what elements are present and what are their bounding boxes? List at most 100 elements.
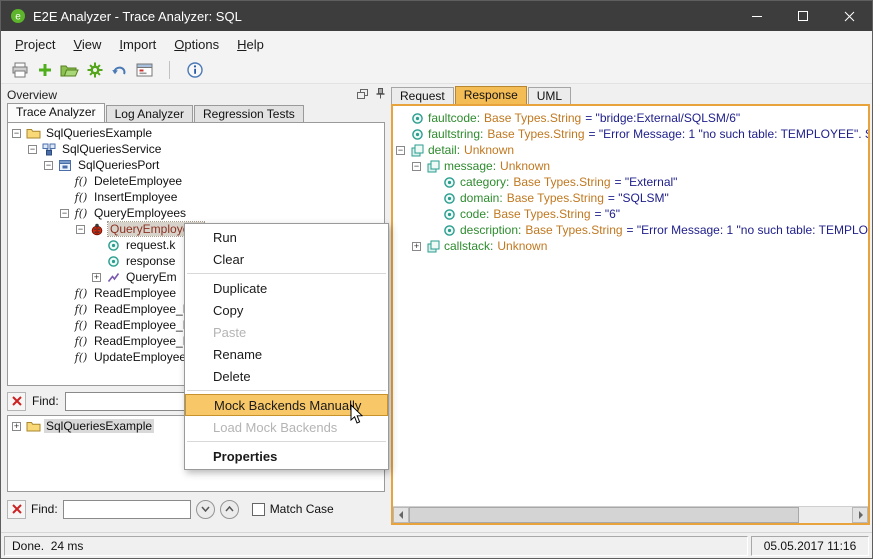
- tree-expander-icon[interactable]: −: [76, 225, 85, 234]
- context-menu-item[interactable]: [185, 438, 388, 445]
- tree-item[interactable]: − SqlQueriesExample: [8, 125, 384, 141]
- tab[interactable]: Trace Analyzer: [7, 103, 105, 122]
- clear-find-button[interactable]: [7, 500, 26, 519]
- response-tree-item[interactable]: domain: Base Types.String = "SQLSM": [396, 190, 868, 206]
- context-menu-item[interactable]: [185, 270, 388, 277]
- response-tree-item[interactable]: description: Base Types.String = "Error …: [396, 222, 868, 238]
- status-message: Done. 24 ms: [4, 536, 748, 556]
- clear-find-button[interactable]: [7, 392, 26, 411]
- tree-item[interactable]: − f() QueryEmployees: [8, 205, 384, 221]
- attribute-name: message:: [444, 159, 496, 173]
- tree-item[interactable]: − SqlQueriesService: [8, 141, 384, 157]
- attribute-name: detail:: [428, 143, 460, 157]
- port-icon: [57, 159, 73, 172]
- tree-expander-icon[interactable]: +: [12, 422, 21, 431]
- info-icon[interactable]: [182, 59, 207, 81]
- menubar-item[interactable]: Options: [165, 33, 228, 56]
- window-controls: [734, 1, 872, 31]
- obj-icon: [425, 240, 441, 253]
- context-menu-item-label: Copy: [213, 303, 243, 318]
- context-menu-item-label: Run: [213, 230, 237, 245]
- undo-icon[interactable]: [107, 59, 132, 81]
- attribute-type: Base Types.String: [493, 207, 590, 221]
- tab[interactable]: Log Analyzer: [106, 105, 193, 122]
- context-menu-item[interactable]: Duplicate: [185, 277, 388, 299]
- float-panel-icon[interactable]: [357, 88, 368, 102]
- tree-item[interactable]: − SqlQueriesPort: [8, 157, 384, 173]
- scroll-right-icon[interactable]: [852, 507, 868, 523]
- folder-icon: [25, 420, 41, 432]
- response-tree-item[interactable]: − detail: Unknown: [396, 142, 868, 158]
- tab-label: Trace Analyzer: [16, 105, 96, 119]
- horizontal-scrollbar[interactable]: [393, 506, 868, 523]
- response-tree-item[interactable]: faultstring: Base Types.String = "Error …: [396, 126, 868, 142]
- tab[interactable]: Response: [455, 86, 527, 104]
- status-datetime: 05.05.2017 11:16: [751, 536, 869, 556]
- response-tree-item[interactable]: code: Base Types.String = "6": [396, 206, 868, 222]
- context-menu-item[interactable]: Run: [185, 226, 388, 248]
- tab-label: Regression Tests: [203, 107, 295, 121]
- open-icon[interactable]: [57, 59, 82, 81]
- response-tree-item[interactable]: faultcode: Base Types.String = "bridge:E…: [396, 110, 868, 126]
- tree-indent: [12, 277, 92, 278]
- menubar-item[interactable]: Help: [228, 33, 273, 56]
- attr-icon: [441, 224, 457, 237]
- tree-item[interactable]: f() InsertEmployee: [8, 189, 384, 205]
- response-tree-item[interactable]: + callstack: Unknown: [396, 238, 868, 254]
- find-bar-bottom: Find: Match Case: [7, 498, 385, 520]
- attribute-name: description:: [460, 223, 521, 237]
- context-menu-item[interactable]: Delete: [185, 365, 388, 387]
- tree-expander-icon[interactable]: +: [92, 273, 101, 282]
- trace-icon[interactable]: [132, 59, 157, 81]
- print-icon[interactable]: [7, 59, 32, 81]
- response-tree-item[interactable]: − message: Unknown: [396, 158, 868, 174]
- tree-item-label: QueryEm: [124, 270, 179, 284]
- tree-expander-icon[interactable]: −: [60, 209, 69, 218]
- match-case-checkbox[interactable]: [252, 503, 265, 516]
- scrollbar-track[interactable]: [409, 507, 852, 523]
- tab[interactable]: Regression Tests: [194, 105, 304, 122]
- tab[interactable]: Request: [391, 87, 454, 104]
- tree-indent: [12, 261, 92, 262]
- tree-expander-icon[interactable]: −: [28, 145, 37, 154]
- scrollbar-thumb[interactable]: [409, 507, 799, 523]
- context-menu-item[interactable]: [185, 387, 388, 394]
- tree-indent: [12, 293, 60, 294]
- response-tree-item[interactable]: category: Base Types.String = "External": [396, 174, 868, 190]
- menubar-item[interactable]: Import: [110, 33, 165, 56]
- func-icon: f(): [73, 319, 89, 332]
- add-icon[interactable]: [32, 59, 57, 81]
- tree-expander-icon[interactable]: −: [396, 146, 405, 155]
- tree-indent: [396, 166, 412, 167]
- maximize-button[interactable]: [780, 1, 826, 31]
- context-menu-item-label: Load Mock Backends: [213, 420, 337, 435]
- context-menu-item[interactable]: Rename: [185, 343, 388, 365]
- tree-expander-icon[interactable]: −: [12, 129, 21, 138]
- context-menu-item[interactable]: Copy: [185, 299, 388, 321]
- close-button[interactable]: [826, 1, 872, 31]
- tree-expander-icon[interactable]: −: [412, 162, 421, 171]
- attribute-name: callstack:: [444, 239, 493, 253]
- minimize-button[interactable]: [734, 1, 780, 31]
- tree-expander-icon[interactable]: +: [412, 242, 421, 251]
- context-menu-item[interactable]: Paste: [185, 321, 388, 343]
- menubar-item[interactable]: View: [64, 33, 110, 56]
- tab[interactable]: UML: [528, 87, 571, 104]
- attr-icon: [409, 128, 425, 141]
- app-logo-icon: e: [10, 8, 26, 24]
- func-icon: f(): [73, 351, 89, 364]
- find-previous-button[interactable]: [220, 500, 239, 519]
- context-menu-item[interactable]: Properties: [185, 445, 388, 467]
- menubar-item[interactable]: Project: [6, 33, 64, 56]
- tree-expander-icon[interactable]: −: [44, 161, 53, 170]
- context-menu-item[interactable]: Clear: [185, 248, 388, 270]
- tree-item[interactable]: f() DeleteEmployee: [8, 173, 384, 189]
- tree-item-label: ReadEmployee: [92, 286, 178, 300]
- gear-icon[interactable]: [82, 59, 107, 81]
- find-next-button[interactable]: [196, 500, 215, 519]
- find-input[interactable]: [63, 500, 191, 519]
- attribute-value: = "External": [615, 175, 678, 189]
- pin-panel-icon[interactable]: [376, 88, 385, 102]
- tree-indent: [12, 149, 28, 150]
- scroll-left-icon[interactable]: [393, 507, 409, 523]
